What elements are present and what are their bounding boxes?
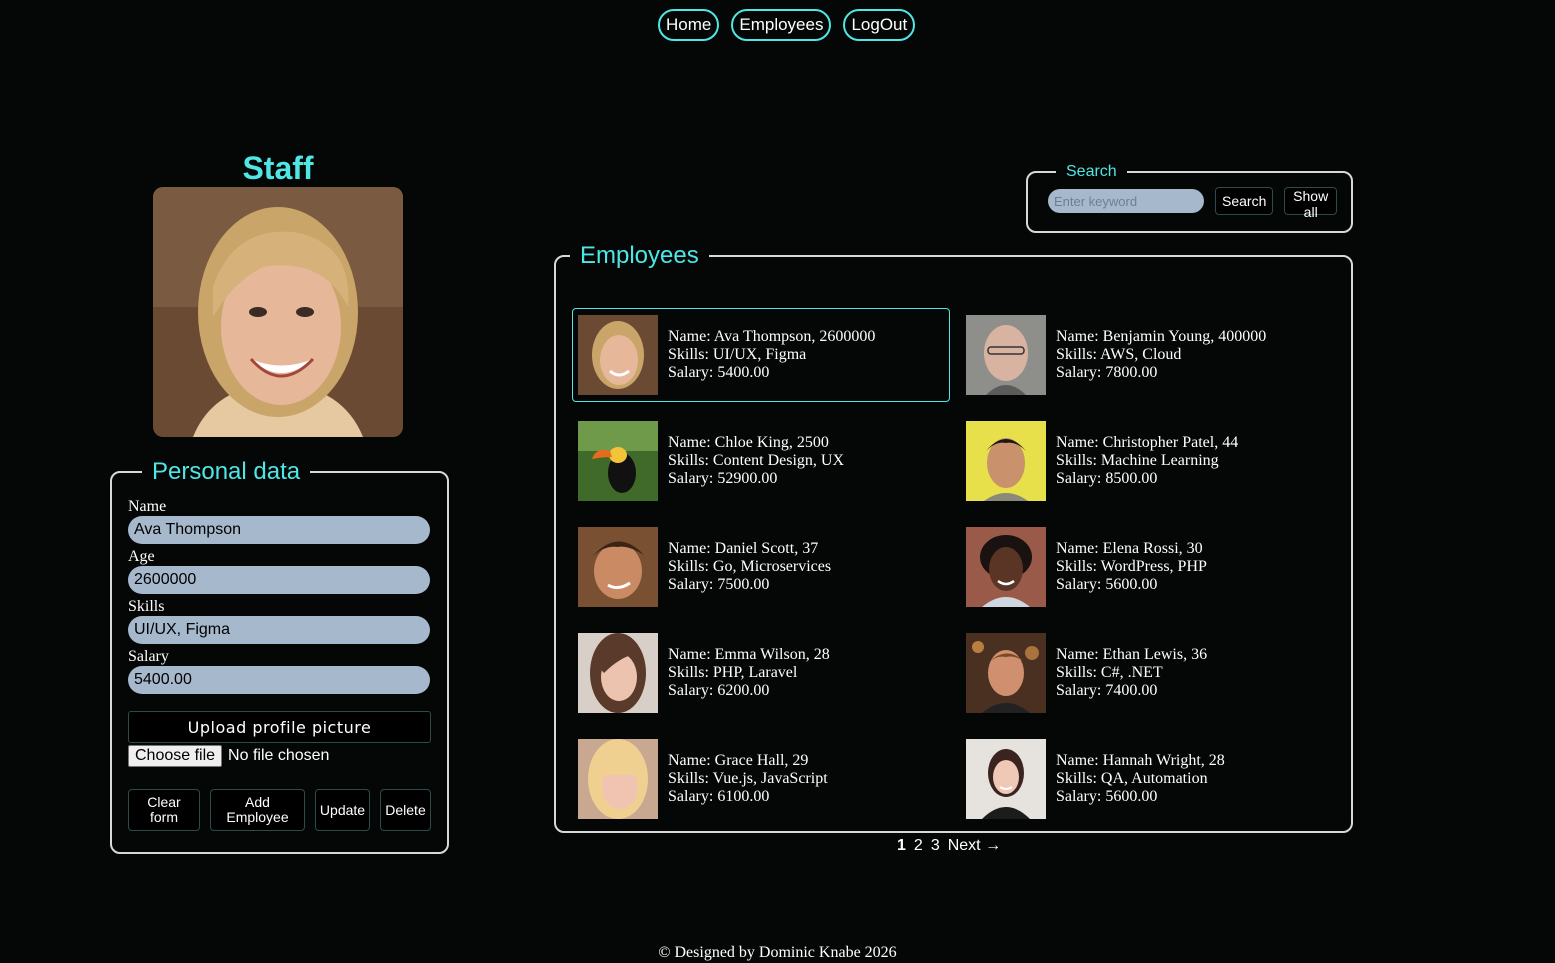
- employee-salary: Salary: 7400.00: [1056, 682, 1158, 699]
- add-employee-line1: Add: [245, 794, 270, 810]
- man-gray-photo-icon: [966, 315, 1046, 395]
- employee-skills: Skills: PHP, Laravel: [668, 664, 798, 681]
- search-button[interactable]: Search: [1215, 187, 1274, 215]
- name-label: Name: [128, 498, 167, 515]
- employee-skills: Skills: C#, .NET: [1056, 664, 1163, 681]
- employee-card[interactable]: Name: Grace Hall, 29 Skills: Vue.js, Jav…: [572, 732, 950, 826]
- employee-name: Name: Grace Hall, 29: [668, 752, 809, 769]
- skills-label: Skills: [128, 598, 165, 615]
- age-label: Age: [128, 548, 155, 565]
- footer-credit: © Designed by Dominic Knabe 2026: [658, 944, 897, 961]
- employee-card[interactable]: Name: Benjamin Young, 400000 Skills: AWS…: [960, 308, 1338, 402]
- search-legend: Search: [1066, 163, 1117, 180]
- file-input: Choose file No file chosen: [128, 745, 431, 767]
- employee-name: Name: Ethan Lewis, 36: [1056, 646, 1208, 663]
- employee-skills: Skills: QA, Automation: [1056, 770, 1208, 787]
- employee-card[interactable]: Name: Ava Thompson, 2600000 Skills: UI/U…: [572, 308, 950, 402]
- employee-name: Name: Benjamin Young, 400000: [1056, 328, 1267, 345]
- clear-form-button[interactable]: Clear form: [128, 789, 200, 831]
- employee-name: Name: Hannah Wright, 28: [1056, 752, 1225, 769]
- employee-card[interactable]: Name: Elena Rossi, 30 Skills: WordPress,…: [960, 520, 1338, 614]
- employee-card[interactable]: Name: Chloe King, 2500 Skills: Content D…: [572, 414, 950, 508]
- woman-curly-hair-photo-icon: [966, 527, 1046, 607]
- employee-salary: Salary: 6100.00: [668, 788, 770, 805]
- woman-brunette-photo-icon: [578, 633, 658, 713]
- employees-legend: Employees: [580, 242, 699, 269]
- search-panel: Search Search Show all: [1026, 163, 1353, 233]
- employee-name: Name: Elena Rossi, 30: [1056, 540, 1203, 557]
- upload-profile-picture-button[interactable]: Upload profile picture: [128, 711, 431, 743]
- employee-salary: Salary: 8500.00: [1056, 470, 1158, 487]
- employee-salary: Salary: 7800.00: [1056, 364, 1158, 381]
- age-field[interactable]: [128, 566, 430, 594]
- salary-field[interactable]: [128, 666, 430, 694]
- employee-name: Name: Daniel Scott, 37: [668, 540, 819, 557]
- woman-dark-hair-photo-icon: [966, 739, 1046, 819]
- employee-skills: Skills: AWS, Cloud: [1056, 346, 1182, 363]
- pagination: 1 2 3 Next →: [897, 837, 1001, 855]
- employee-name: Name: Emma Wilson, 28: [668, 646, 830, 663]
- update-button[interactable]: Update: [315, 789, 370, 831]
- page-title: Staff: [242, 150, 314, 186]
- clear-form-line2: form: [150, 809, 178, 825]
- woman-blonde-photo-icon: [578, 315, 658, 395]
- man-smiling-photo-icon: [578, 527, 658, 607]
- add-employee-line2: Employee: [226, 809, 289, 825]
- woman-fringe-photo-icon: [578, 739, 658, 819]
- next-page-link[interactable]: Next →: [948, 837, 1001, 855]
- employee-card[interactable]: Name: Daniel Scott, 37 Skills: Go, Micro…: [572, 520, 950, 614]
- clear-form-line1: Clear: [147, 794, 181, 810]
- man-yellow-background-photo-icon: [966, 421, 1046, 501]
- employee-salary: Salary: 52900.00: [668, 470, 778, 487]
- delete-button[interactable]: Delete: [380, 789, 431, 831]
- add-employee-button[interactable]: Add Employee: [210, 789, 305, 831]
- top-nav: Home Employees LogOut: [658, 9, 916, 41]
- employee-name: Name: Christopher Patel, 44: [1056, 434, 1239, 451]
- employee-salary: Salary: 6200.00: [668, 682, 770, 699]
- employee-salary: Salary: 5600.00: [1056, 788, 1158, 805]
- employee-salary: Salary: 5600.00: [1056, 576, 1158, 593]
- employees-panel: Employees Name: Ava Thompson, 2600000 Sk…: [554, 242, 1353, 833]
- personal-data-legend: Personal data: [152, 458, 301, 485]
- form-actions: Clear form Add Employee Update Delete: [128, 789, 431, 831]
- name-field[interactable]: [128, 516, 430, 544]
- show-all-button[interactable]: Show all: [1284, 187, 1337, 220]
- employee-card[interactable]: Name: Hannah Wright, 28 Skills: QA, Auto…: [960, 732, 1338, 826]
- employee-card[interactable]: Name: Emma Wilson, 28 Skills: PHP, Larav…: [572, 626, 950, 720]
- employee-card[interactable]: Name: Christopher Patel, 44 Skills: Mach…: [960, 414, 1338, 508]
- employee-skills: Skills: UI/UX, Figma: [668, 346, 807, 363]
- toucan-bird-photo-icon: [578, 421, 658, 501]
- file-status: No file chosen: [228, 747, 330, 764]
- employee-grid: Name: Ava Thompson, 2600000 Skills: UI/U…: [572, 308, 1338, 826]
- employee-skills: Skills: Go, Microservices: [668, 558, 832, 575]
- page-2-link[interactable]: 2: [914, 837, 923, 855]
- man-lights-background-photo-icon: [966, 633, 1046, 713]
- employee-name: Name: Chloe King, 2500: [668, 434, 829, 451]
- nav-home-button[interactable]: Home: [658, 9, 720, 41]
- page-3-link[interactable]: 3: [931, 837, 940, 855]
- search-input[interactable]: [1048, 189, 1204, 213]
- selected-employee-avatar: [153, 187, 403, 437]
- employee-skills: Skills: WordPress, PHP: [1056, 558, 1207, 575]
- page-1-link[interactable]: 1: [897, 837, 906, 855]
- employee-skills: Skills: Machine Learning: [1056, 452, 1219, 469]
- employee-skills: Skills: Content Design, UX: [668, 452, 845, 469]
- nav-employees-button[interactable]: Employees: [731, 9, 832, 41]
- employee-skills: Skills: Vue.js, JavaScript: [668, 770, 828, 787]
- employee-salary: Salary: 5400.00: [668, 364, 770, 381]
- salary-label: Salary: [128, 648, 169, 665]
- choose-file-button[interactable]: Choose file: [128, 745, 223, 767]
- nav-logout-button[interactable]: LogOut: [843, 9, 916, 41]
- employee-salary: Salary: 7500.00: [668, 576, 770, 593]
- employee-name: Name: Ava Thompson, 2600000: [668, 328, 876, 345]
- personal-data-panel: Personal data Name Age Skills Salary Upl…: [110, 458, 449, 854]
- skills-field[interactable]: [128, 616, 430, 644]
- employee-card[interactable]: Name: Ethan Lewis, 36 Skills: C#, .NET S…: [960, 626, 1338, 720]
